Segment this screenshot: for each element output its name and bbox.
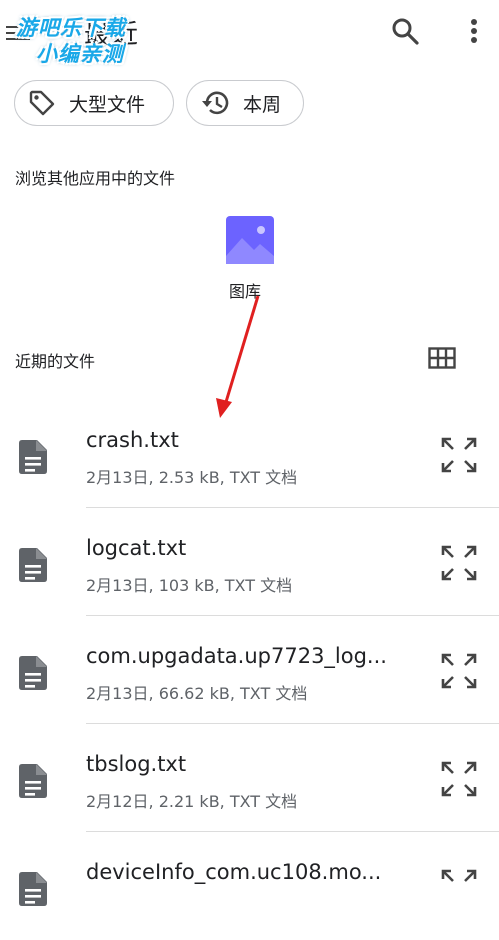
file-meta: 2月13日, 66.62 kB, TXT 文档 [86, 684, 308, 703]
expand-icon[interactable] [440, 652, 478, 690]
expand-icon[interactable] [440, 760, 478, 798]
document-icon [19, 656, 47, 690]
recent-files-heading: 近期的文件 [15, 352, 96, 371]
file-row[interactable]: tbslog.txt 2月12日, 2.21 kB, TXT 文档 [0, 724, 499, 832]
chip-large-files-label: 大型文件 [69, 93, 146, 116]
chip-this-week-label: 本周 [243, 93, 282, 116]
expand-icon[interactable] [440, 436, 478, 474]
file-name: deviceInfo_com.uc108.mo... [86, 860, 382, 884]
file-meta: 2月13日, 2.53 kB, TXT 文档 [86, 468, 298, 487]
file-row[interactable]: deviceInfo_com.uc108.mo... [0, 832, 499, 940]
file-meta: 2月13日, 103 kB, TXT 文档 [86, 576, 293, 595]
file-row[interactable]: logcat.txt 2月13日, 103 kB, TXT 文档 [0, 508, 499, 616]
tag-icon [29, 90, 55, 116]
search-icon[interactable] [390, 16, 420, 46]
recent-files-list: crash.txt 2月13日, 2.53 kB, TXT 文档 logcat.… [0, 400, 499, 940]
grid-view-icon[interactable] [428, 347, 456, 369]
expand-icon[interactable] [440, 544, 478, 582]
file-name: com.upgadata.up7723_log... [86, 644, 386, 668]
file-row[interactable]: com.upgadata.up7723_log... 2月13日, 66.62 … [0, 616, 499, 724]
more-options-icon[interactable] [462, 16, 486, 46]
document-icon [19, 764, 47, 798]
browse-apps-heading: 浏览其他应用中的文件 [15, 169, 176, 188]
file-name: tbslog.txt [86, 752, 187, 776]
gallery-icon [225, 216, 274, 264]
app-gallery[interactable]: 图库 [212, 216, 278, 302]
file-name: crash.txt [86, 428, 179, 452]
expand-icon[interactable] [440, 868, 478, 906]
chip-this-week[interactable]: 本周 [186, 80, 304, 126]
gallery-label: 图库 [228, 282, 261, 301]
file-row[interactable]: crash.txt 2月13日, 2.53 kB, TXT 文档 [0, 400, 499, 508]
document-icon [19, 440, 47, 474]
chip-large-files[interactable]: 大型文件 [14, 80, 174, 126]
file-name: logcat.txt [86, 536, 187, 560]
history-icon [202, 91, 229, 115]
document-icon [19, 872, 47, 906]
file-meta: 2月12日, 2.21 kB, TXT 文档 [86, 792, 298, 811]
watermark-line2: 小编亲测 [36, 42, 124, 66]
document-icon [19, 548, 47, 582]
watermark-logo: 游吧乐下载 小编亲测 [16, 10, 148, 68]
top-app-bar: 最近 游吧乐下载 小编亲测 [0, 0, 499, 66]
